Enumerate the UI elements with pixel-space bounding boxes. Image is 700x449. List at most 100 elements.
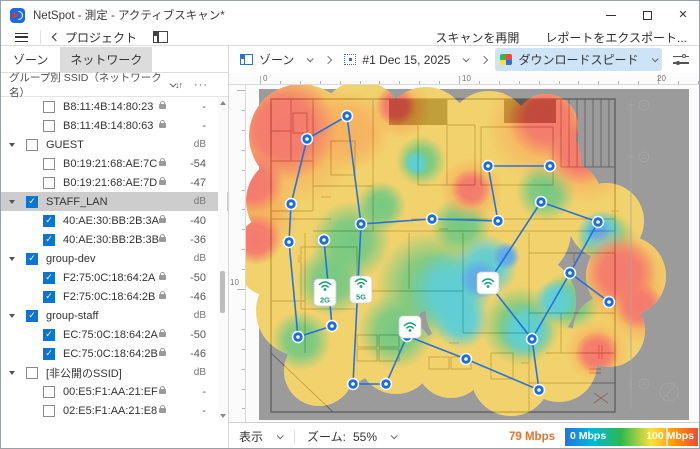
checkbox[interactable]: ✓ xyxy=(43,215,55,227)
survey-point[interactable] xyxy=(460,353,472,365)
zoom-value: 55% xyxy=(353,430,377,444)
scroll-up-icon[interactable] xyxy=(220,101,226,105)
survey-point[interactable] xyxy=(318,234,330,246)
survey-point[interactable] xyxy=(292,331,304,343)
checkbox[interactable]: ✓ xyxy=(26,253,38,265)
lock-icon xyxy=(159,123,166,128)
layout-panel-icon[interactable] xyxy=(153,31,168,43)
survey-point[interactable] xyxy=(544,160,556,172)
wifi-ap-icon[interactable]: 2G xyxy=(314,279,336,306)
bssid-label: EC:75:0C:18:64:2A xyxy=(63,329,158,341)
title-bar: NetSpot - 測定 - アクティブスキャン* ✕ xyxy=(1,1,700,29)
survey-point[interactable] xyxy=(380,378,392,390)
ssid-label: group-staff xyxy=(46,310,98,322)
checkbox[interactable] xyxy=(43,158,55,170)
back-to-projects-button[interactable]: プロジェクト xyxy=(53,29,137,46)
tab-zone[interactable]: ゾーン xyxy=(3,47,58,72)
expander-icon[interactable] xyxy=(9,371,15,375)
zone-selector[interactable]: ゾーン xyxy=(235,48,317,71)
sort-icon[interactable]: ↓↑ xyxy=(175,80,182,90)
survey-point[interactable] xyxy=(301,133,313,145)
checkbox[interactable] xyxy=(43,177,55,189)
maximize-button[interactable] xyxy=(629,1,665,29)
bssid-row[interactable]: ✓ EC:75:0C:18:64:2A -50 xyxy=(1,325,228,344)
checkbox[interactable]: ✓ xyxy=(43,272,55,284)
ssid-group-row[interactable]: ✓STAFF_LANdB xyxy=(1,192,228,211)
lock-icon xyxy=(159,408,166,413)
ssid-label: group-dev xyxy=(46,253,96,265)
survey-point[interactable] xyxy=(492,215,504,227)
survey-point[interactable] xyxy=(283,236,295,248)
minimize-button[interactable] xyxy=(593,1,629,29)
view-menu-button[interactable]: 表示 xyxy=(239,428,282,445)
checkbox[interactable] xyxy=(43,120,55,132)
zoom-menu-button[interactable]: ズーム: 55% xyxy=(307,428,396,445)
ssid-group-row[interactable]: ✓group-devdB xyxy=(1,249,228,268)
survey-point[interactable] xyxy=(326,320,338,332)
bssid-row[interactable]: 00:E5:F1:AA:21:EF- xyxy=(1,382,228,401)
bssid-row[interactable]: ✓F2:75:0C:18:64:2B-46 xyxy=(1,287,228,306)
ssid-group-row[interactable]: GUESTdB xyxy=(1,135,228,154)
ssid-group-row[interactable]: [非公開のSSID]dB xyxy=(1,363,228,382)
checkbox[interactable] xyxy=(43,386,55,398)
bssid-row[interactable]: B0:19:21:68:AE:7D-47 xyxy=(1,173,228,192)
checkbox[interactable]: ✓ xyxy=(43,329,55,341)
survey-point[interactable] xyxy=(341,110,353,122)
expander-icon[interactable] xyxy=(9,314,15,318)
visualization-settings-icon[interactable] xyxy=(673,54,689,66)
export-report-button[interactable]: レポートをエクスポート... xyxy=(545,29,687,46)
snapshot-selector[interactable]: #1 Dec 15, 2025 xyxy=(339,50,473,70)
expander-icon[interactable] xyxy=(9,200,15,204)
checkbox[interactable]: ✓ xyxy=(43,348,55,360)
survey-point[interactable] xyxy=(482,160,494,172)
bssid-row[interactable]: ✓40:AE:30:BB:2B:3B-36 xyxy=(1,230,228,249)
survey-point[interactable] xyxy=(592,216,604,228)
survey-point[interactable] xyxy=(285,198,297,210)
menu-icon[interactable] xyxy=(15,33,28,42)
survey-point[interactable] xyxy=(347,378,359,390)
survey-point[interactable] xyxy=(603,296,615,308)
survey-point[interactable] xyxy=(526,333,538,345)
expander-icon[interactable] xyxy=(9,143,15,147)
visualization-label: ダウンロードスピード xyxy=(518,51,638,68)
scrollbar-thumb[interactable] xyxy=(220,271,225,313)
wifi-ap-icon[interactable] xyxy=(477,272,499,294)
expander-icon[interactable] xyxy=(9,257,15,261)
checkbox[interactable]: ✓ xyxy=(26,196,38,208)
signal-value: -50 xyxy=(180,329,206,341)
ssid-group-row[interactable]: ✓group-staffdB xyxy=(1,306,228,325)
checkbox[interactable]: ✓ xyxy=(43,234,55,246)
view-label: 表示 xyxy=(239,428,263,445)
survey-point[interactable] xyxy=(564,267,576,279)
wifi-ap-icon[interactable]: 5G xyxy=(350,276,372,303)
bssid-row[interactable]: ✓40:AE:30:BB:2B:3A-40 xyxy=(1,211,228,230)
signal-value: - xyxy=(180,120,206,132)
bssid-row[interactable]: ✓EC:75:0C:18:64:2B-46 xyxy=(1,344,228,363)
group-by-label[interactable]: グループ別 SSID（ネットワーク名） xyxy=(9,70,163,100)
checkbox[interactable]: ✓ xyxy=(43,291,55,303)
scroll-down-icon[interactable] xyxy=(220,414,226,418)
survey-map[interactable]: DCAN 2G5G xyxy=(246,85,700,422)
close-button[interactable]: ✕ xyxy=(665,1,700,29)
bssid-row[interactable]: ✓F2:75:0C:18:64:2A-50 xyxy=(1,268,228,287)
survey-point[interactable] xyxy=(533,384,545,396)
tab-network[interactable]: ネットワーク xyxy=(60,47,152,72)
checkbox[interactable]: ✓ xyxy=(26,310,38,322)
checkbox[interactable] xyxy=(26,139,38,151)
bssid-row[interactable]: B8:11:4B:14:80:63- xyxy=(1,116,228,135)
resume-scan-button[interactable]: スキャンを再開 xyxy=(435,29,519,46)
more-options-icon[interactable]: ··· xyxy=(194,79,208,91)
bssid-row[interactable]: B8:11:4B:14:80:23- xyxy=(1,97,228,116)
grid-reference-label: C xyxy=(642,155,647,161)
wifi-ap-icon[interactable] xyxy=(399,316,421,338)
bssid-row[interactable]: 02:E5:F1:AA:21:E8- xyxy=(1,401,228,420)
survey-point[interactable] xyxy=(535,196,547,208)
survey-point[interactable] xyxy=(355,218,367,230)
checkbox[interactable] xyxy=(43,101,55,113)
sidebar-scrollbar[interactable] xyxy=(218,97,227,422)
checkbox[interactable] xyxy=(26,367,38,379)
bssid-row[interactable]: B0:19:21:68:AE:7C-54 xyxy=(1,154,228,173)
survey-point[interactable] xyxy=(426,213,438,225)
checkbox[interactable] xyxy=(43,405,55,417)
visualization-selector[interactable]: ダウンロードスピード xyxy=(495,48,661,71)
